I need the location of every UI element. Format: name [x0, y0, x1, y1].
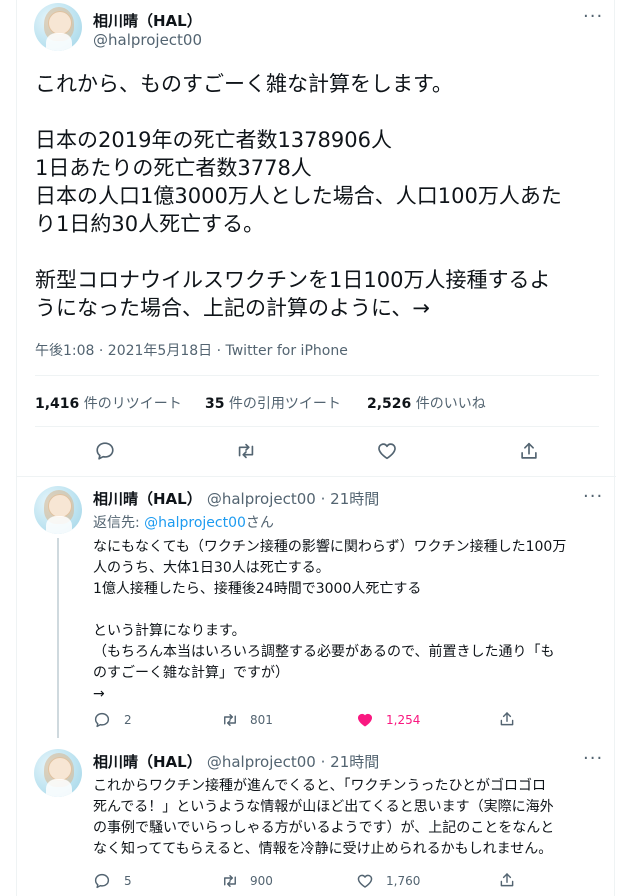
more-options-icon[interactable]: ···	[583, 748, 603, 769]
reply-line: という計算になります。	[93, 623, 246, 639]
more-options-icon[interactable]: ···	[583, 486, 603, 507]
reply-icon[interactable]	[93, 872, 111, 890]
more-options-icon[interactable]: ···	[583, 6, 603, 27]
retweets-stat[interactable]: 1,416 件のリツイート	[35, 393, 182, 413]
reply-line: なく知っててもらえると、情報を冷静に受け止められるかもしれません。	[93, 841, 553, 857]
retweet-count: 801	[250, 713, 273, 727]
replying-suffix: さん	[245, 515, 274, 531]
retweets-count: 1,416	[35, 396, 80, 412]
reply-line: 死んでる！」というような情報が山ほど出てくると思います（実際に海外	[93, 799, 554, 815]
timeline-column: 相川晴（HAL） @halproject00 ··· これから、ものすごーく雑な…	[16, 0, 616, 896]
retweet-icon[interactable]	[220, 872, 240, 890]
reply-count: 5	[124, 874, 132, 888]
display-name[interactable]: 相川晴（HAL）	[93, 10, 202, 31]
replying-label: 返信先:	[93, 515, 145, 531]
like-icon[interactable]	[376, 440, 398, 462]
like-count: 1,254	[386, 713, 421, 727]
tweet-line: 日本の2019年の死亡者数1378906人	[35, 128, 392, 152]
quotes-stat[interactable]: 35 件の引用ツイート	[205, 393, 341, 413]
likes-count: 2,526	[367, 396, 412, 412]
tweet-line	[35, 238, 562, 266]
reply-header: 相川晴（HAL） @halproject00 · 21時間	[93, 751, 379, 772]
tweet-timestamp[interactable]: 午後1:08 · 2021年5月18日 · Twitter for iPhone	[35, 340, 348, 360]
tweet-line: 1日あたりの死亡者数3778人	[35, 156, 312, 180]
share-icon[interactable]	[518, 440, 540, 462]
reply-line: なにもなくても（ワクチン接種の影響に関わらず）ワクチン接種した100万	[93, 539, 567, 555]
replying-to: 返信先: @halproject00さん	[93, 512, 274, 532]
avatar[interactable]	[34, 749, 82, 797]
reply-line: これからワクチン接種が進んでくると、「ワクチンうったひとがゴロゴロ	[93, 778, 547, 794]
divider	[35, 375, 599, 376]
quotes-count: 35	[205, 396, 225, 412]
share-icon[interactable]	[498, 871, 516, 889]
reply-icon[interactable]	[93, 711, 111, 729]
reply-line: のすごーく雑な計算」ですが）	[93, 665, 289, 681]
display-name[interactable]: 相川晴（HAL）	[93, 490, 202, 508]
avatar[interactable]	[34, 486, 82, 534]
handle[interactable]: @halproject00	[93, 31, 202, 49]
reply-line: →	[93, 686, 105, 702]
tweet-line: 新型コロナウイルスワクチンを1日100万人接種するよ	[35, 268, 551, 292]
liked-heart-icon[interactable]	[356, 711, 374, 729]
tweet-line: これから、ものすごーく雑な計算をします。	[35, 72, 453, 96]
likes-label: 件のいいね	[411, 396, 486, 412]
tweet-text: これから、ものすごーく雑な計算をします。 日本の2019年の死亡者数137890…	[35, 70, 562, 322]
reply-header: 相川晴（HAL） @halproject00 · 21時間	[93, 488, 379, 509]
quotes-label: 件の引用ツイート	[224, 396, 341, 412]
tweet-line: うになった場合、上記の計算のように、→	[35, 296, 430, 320]
reply-line	[93, 600, 566, 621]
divider	[17, 476, 616, 477]
likes-stat[interactable]: 2,526 件のいいね	[367, 393, 486, 413]
handle-time[interactable]: @halproject00 · 21時間	[207, 490, 379, 508]
reply-count: 2	[124, 713, 132, 727]
reply-line: （もちろん本当はいろいろ調整する必要があるので、前置きした通り「も	[93, 644, 555, 660]
retweet-icon[interactable]	[220, 711, 240, 729]
reply-text: なにもなくても（ワクチン接種の影響に関わらず）ワクチン接種した100万 人のうち…	[93, 537, 566, 705]
share-icon[interactable]	[498, 710, 516, 728]
divider	[35, 426, 599, 427]
reply-line: の事例で騒いでいらっしゃる方がいるようです）が、上記のことをなんと	[93, 820, 555, 836]
retweet-count: 900	[250, 874, 273, 888]
retweet-icon[interactable]	[234, 440, 258, 462]
thread-line	[57, 538, 59, 738]
like-count: 1,760	[386, 874, 421, 888]
display-name[interactable]: 相川晴（HAL）	[93, 753, 202, 771]
reply-line: 1億人接種したら、接種後24時間で3000人死亡する	[93, 581, 422, 597]
reply-line: 人のうち、大体1日30人は死亡する。	[93, 560, 330, 576]
like-icon[interactable]	[356, 872, 374, 890]
handle-time[interactable]: @halproject00 · 21時間	[207, 753, 379, 771]
tweet-line	[35, 98, 562, 126]
reply-text: これからワクチン接種が進んでくると、「ワクチンうったひとがゴロゴロ 死んでる！」…	[93, 776, 554, 860]
retweets-label: 件のリツイート	[79, 396, 182, 412]
tweet-line: 日本の人口1億3000万人とした場合、人口100万人あた	[35, 184, 562, 208]
avatar[interactable]	[34, 3, 82, 51]
replying-handle-link[interactable]: @halproject00	[144, 515, 246, 531]
tweet-line: り1日約30人死亡する。	[35, 212, 265, 236]
reply-icon[interactable]	[94, 440, 116, 462]
